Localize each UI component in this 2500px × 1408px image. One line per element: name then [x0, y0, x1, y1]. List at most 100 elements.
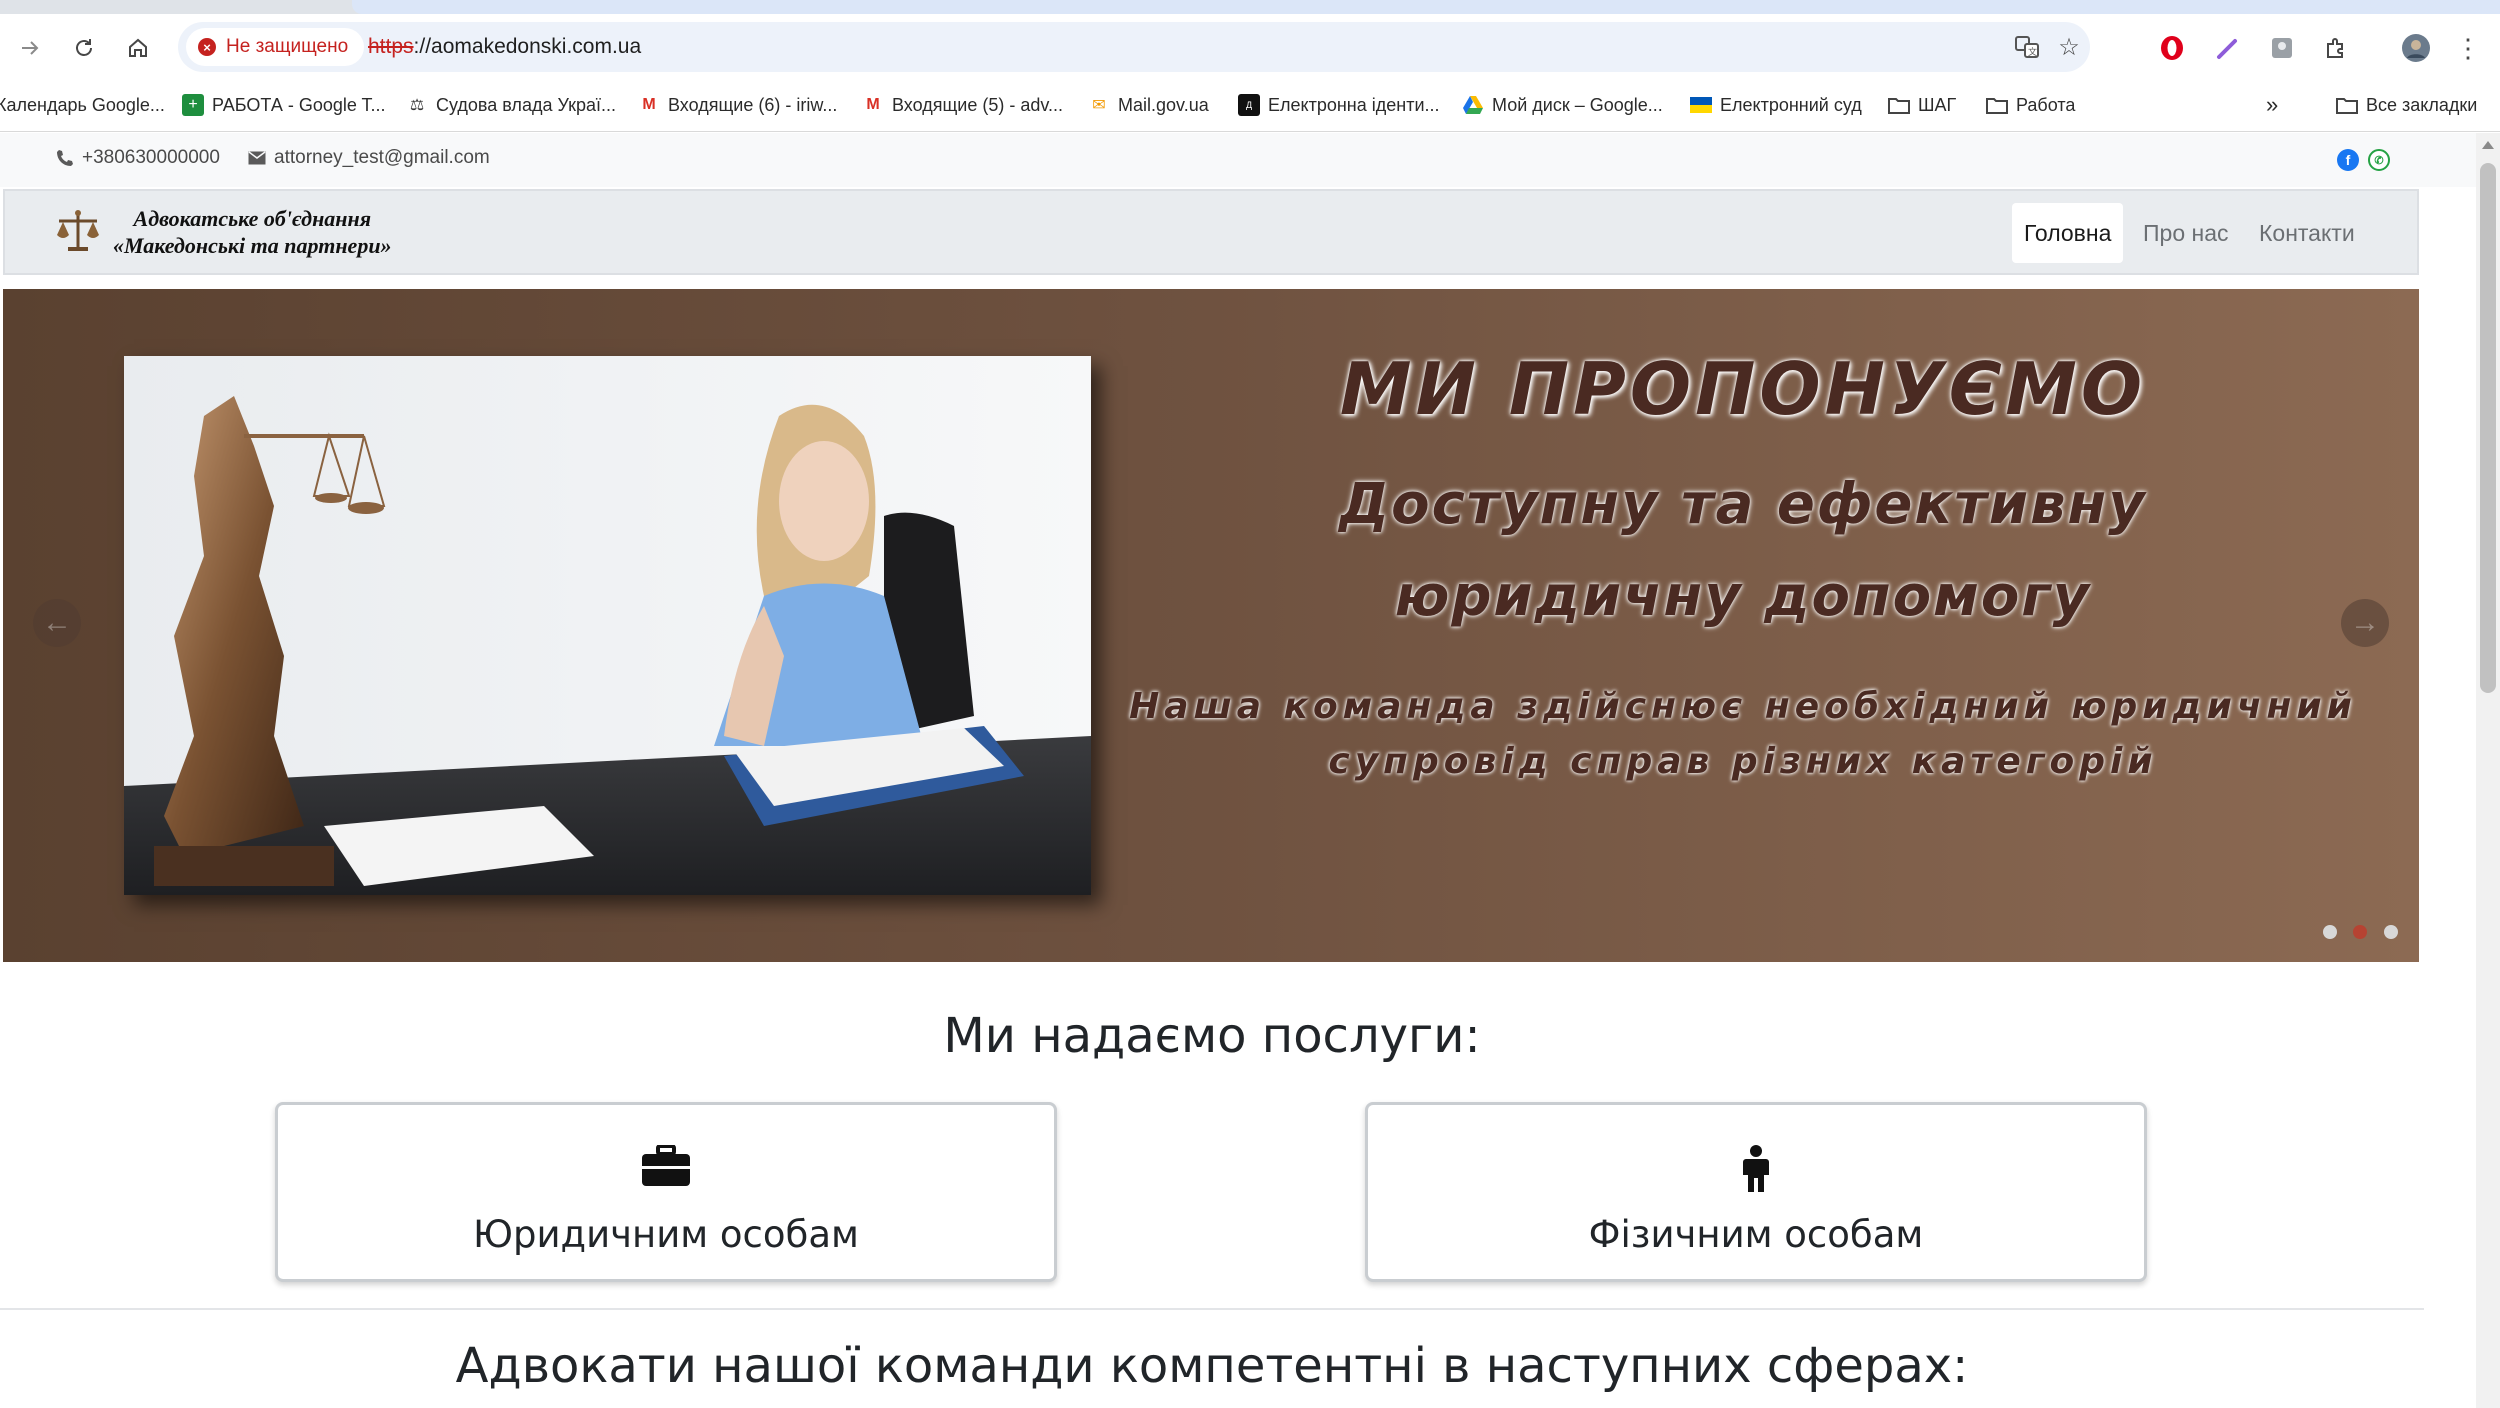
arrow-right-icon [22, 41, 39, 55]
bookmark-item[interactable]: + РАБОТА - Google T... [182, 90, 386, 120]
profile-extension-icon[interactable] [2266, 32, 2298, 64]
web-page: +380630000000 attorney_test@gmail.com f … [0, 133, 2476, 1408]
bookmark-label: Електронна іденти... [1268, 94, 1440, 115]
sheets-icon: + [182, 94, 204, 116]
nav-contacts[interactable]: Контакти [2247, 203, 2367, 263]
home-icon [129, 38, 147, 57]
bookmark-item[interactable]: Работа [1986, 90, 2075, 120]
folder-icon [1986, 94, 2008, 116]
nav-about[interactable]: Про нас [2131, 203, 2241, 263]
email-contact[interactable]: attorney_test@gmail.com [248, 147, 490, 169]
nav-home[interactable]: Головна [2012, 203, 2124, 263]
gmail-icon: M [642, 96, 656, 113]
brand-line-2: «Македонські та партнери» [113, 233, 392, 258]
carousel-indicator-1[interactable] [2323, 925, 2337, 939]
all-bookmarks-button[interactable]: Все закладки [2336, 90, 2477, 120]
service-card-label: Фізичним особам [1588, 1213, 1924, 1256]
bookmark-item[interactable]: ⚖ Судова влада Украї... [406, 90, 616, 120]
url-scheme: https [368, 35, 414, 58]
mail-icon: ✉ [1092, 97, 1106, 114]
bookmark-label: ШАГ [1918, 94, 1957, 115]
phone-contact[interactable]: +380630000000 [56, 147, 220, 169]
service-card-label: Юридичним особам [473, 1213, 859, 1256]
folder-icon [1888, 94, 1910, 116]
slide-description-line-2: супровід справ різних категорій [1328, 741, 2158, 782]
brand-line-1: Адвокатське об'єднання [133, 206, 372, 231]
email-address: attorney_test@gmail.com [274, 147, 490, 168]
tab-strip [0, 0, 2500, 14]
address-bar[interactable]: × Не защищено https://aomakedonski.com.u… [178, 22, 2090, 72]
service-card-individuals[interactable]: Фізичним особам [1365, 1102, 2147, 1282]
justice-icon: ⚖ [409, 97, 425, 114]
svg-text:文: 文 [2028, 46, 2037, 58]
bookmarks-bar: Календарь Google... + РАБОТА - Google T.… [0, 80, 2500, 132]
extensions-puzzle-icon[interactable] [2320, 32, 2352, 64]
briefcase-icon [278, 1145, 1054, 1187]
bookmark-item[interactable]: M Входящие (5) - adv... [862, 90, 1063, 120]
url-text[interactable]: https://aomakedonski.com.ua [368, 35, 641, 59]
security-chip[interactable]: × Не защищено [186, 28, 365, 66]
envelope-icon [248, 151, 266, 165]
slide-description-line-1: Наша команда здійснює необхідний юридичн… [1129, 686, 2357, 727]
warning-icon: × [198, 38, 216, 56]
brand-name[interactable]: Адвокатське об'єднання «Македонські та п… [113, 205, 392, 259]
bookmark-label: Мой диск – Google... [1492, 94, 1663, 115]
scrollbar-thumb[interactable] [2480, 163, 2496, 693]
url-host: ://aomakedonski.com.ua [413, 35, 642, 58]
slide-subtitle-line-2: юридичну допомогу [1394, 564, 2092, 629]
bookmark-item[interactable]: M Входящие (6) - iriw... [638, 90, 837, 120]
bookmark-label: Все закладки [2366, 94, 2478, 115]
phone-icon [57, 150, 73, 166]
bookmark-label: Входящие (6) - iriw... [668, 94, 838, 115]
carousel-prev-button[interactable]: ← [33, 599, 81, 647]
bookmark-item[interactable]: Д Електронна іденти... [1238, 90, 1440, 120]
bookmark-label: Судова влада Украї... [436, 94, 616, 115]
person-icon [1368, 1145, 2144, 1193]
bookmark-item[interactable]: ШАГ [1888, 90, 1956, 120]
flag-icon [1690, 94, 1712, 116]
page-scrollbar[interactable] [2476, 133, 2500, 1408]
bookmark-label: Календарь Google... [0, 94, 165, 115]
gmail-icon: M [866, 96, 880, 113]
translate-icon[interactable]: 文 [2012, 32, 2042, 62]
diia-icon: Д [1238, 94, 1260, 116]
scales-logo-icon[interactable] [53, 207, 103, 257]
folder-icon [2336, 94, 2358, 116]
bookmark-label: Входящие (5) - adv... [892, 94, 1064, 115]
bookmark-label: Работа [2016, 94, 2076, 115]
active-tab[interactable] [352, 0, 2500, 14]
reload-button[interactable] [64, 28, 104, 68]
forward-button[interactable] [10, 28, 50, 68]
whatsapp-icon[interactable]: ✆ [2368, 149, 2390, 171]
phone-number: +380630000000 [82, 147, 220, 168]
bookmark-item[interactable]: Календарь Google... [0, 90, 165, 120]
bookmark-item[interactable]: ✉ Mail.gov.ua [1088, 90, 1209, 120]
browser-toolbar: × Не защищено https://aomakedonski.com.u… [0, 14, 2500, 80]
bookmark-item[interactable]: Мой диск – Google... [1462, 90, 1663, 120]
practice-areas-heading: Адвокати нашої команди компетентні в нас… [455, 1338, 1969, 1394]
slide-photo [124, 356, 1091, 895]
home-button[interactable] [118, 28, 158, 68]
carousel-indicator-2[interactable] [2353, 925, 2367, 939]
service-card-legal-entities[interactable]: Юридичним особам [275, 1102, 1057, 1282]
services-heading: Ми надаємо послуги: [943, 1008, 1481, 1064]
chevron-double-right-icon: » [2266, 92, 2279, 117]
bookmark-star-icon[interactable]: ☆ [2054, 32, 2084, 62]
bookmark-item[interactable]: Електронний суд [1690, 90, 1862, 120]
security-label: Не защищено [226, 36, 349, 57]
menu-kebab-icon[interactable]: ⋮ [2452, 32, 2484, 64]
bookmark-label: Mail.gov.ua [1118, 94, 1209, 115]
slide-description: Наша команда здійснює необхідний юридичн… [1123, 679, 2363, 789]
contact-topbar: +380630000000 attorney_test@gmail.com f … [0, 133, 2476, 187]
scroll-up-icon[interactable] [2482, 141, 2494, 149]
facebook-icon[interactable]: f [2337, 149, 2359, 171]
profile-avatar-icon[interactable] [2400, 32, 2432, 64]
arrow-left-icon: ← [42, 606, 72, 639]
opera-extension-icon[interactable] [2156, 32, 2188, 64]
pen-extension-icon[interactable] [2212, 32, 2244, 64]
carousel-indicator-3[interactable] [2384, 925, 2398, 939]
reload-icon [76, 39, 92, 56]
hero-carousel: ← → МИ ПРОПОНУЄМО Доступну та ефективну … [3, 289, 2419, 962]
site-navbar: Адвокатське об'єднання «Македонські та п… [3, 189, 2419, 275]
more-bookmarks-button[interactable]: » [2266, 90, 2278, 120]
